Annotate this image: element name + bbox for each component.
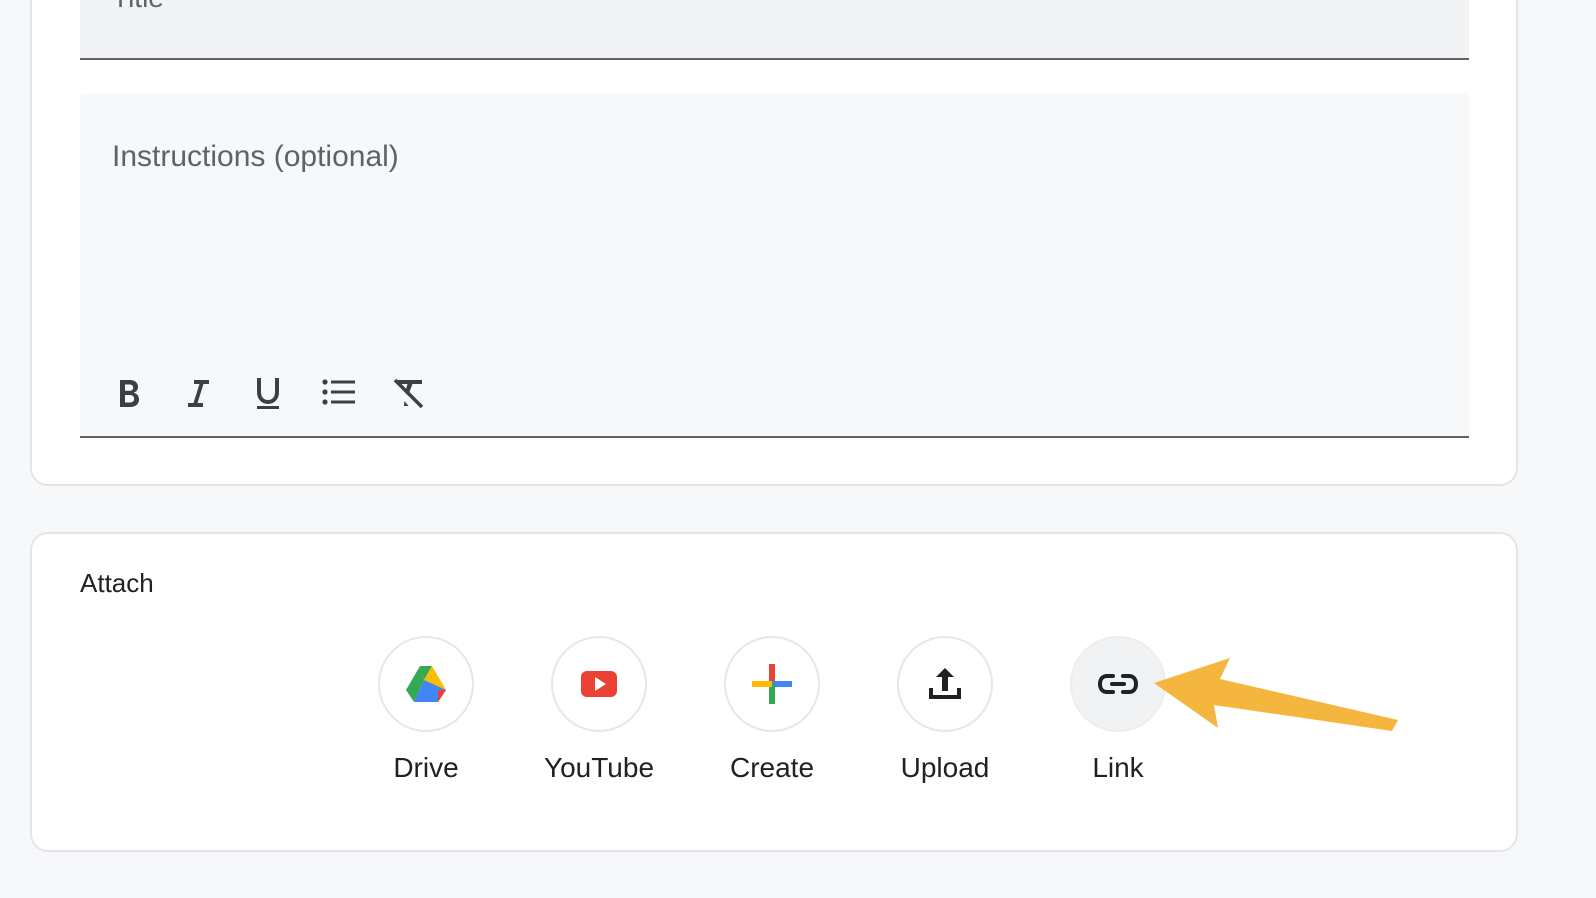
- italic-button[interactable]: [172, 366, 224, 418]
- bulleted-list-button[interactable]: [312, 366, 364, 418]
- underline-button[interactable]: [242, 366, 294, 418]
- clear-formatting-icon: [393, 378, 424, 409]
- create-plus-icon: [752, 664, 792, 704]
- title-placeholder: Title: [112, 0, 164, 12]
- upload-icon: [929, 668, 961, 699]
- attach-drive[interactable]: Drive: [378, 636, 474, 784]
- bold-button[interactable]: [102, 366, 154, 418]
- attach-upload[interactable]: Upload: [897, 636, 993, 784]
- upload-label: Upload: [900, 752, 990, 783]
- create-button[interactable]: [724, 636, 820, 732]
- bulleted-list-icon: [322, 379, 355, 405]
- google-drive-icon: [406, 666, 446, 702]
- attach-options: Drive YouTube Create Upload Link: [378, 636, 1166, 784]
- instructions-placeholder: Instructions (optional): [112, 140, 399, 173]
- link-label: Link: [1092, 752, 1144, 783]
- title-field[interactable]: Title: [80, 0, 1469, 60]
- youtube-icon: [581, 671, 617, 697]
- formatting-toolbar: [102, 366, 434, 418]
- attach-label: Attach: [80, 568, 154, 598]
- create-label: Create: [729, 752, 815, 783]
- attach-create[interactable]: Create: [724, 636, 820, 784]
- italic-icon: [188, 380, 209, 407]
- underline-icon: [257, 378, 279, 409]
- upload-button[interactable]: [897, 636, 993, 732]
- youtube-label: YouTube: [543, 752, 655, 783]
- instructions-field[interactable]: Instructions (optional): [80, 94, 1469, 438]
- drive-label: Drive: [393, 752, 459, 783]
- attach-youtube[interactable]: YouTube: [544, 636, 654, 784]
- link-icon: [1097, 674, 1139, 694]
- bold-icon: [120, 380, 139, 407]
- assignment-details-card: Title Instructions (optional): [30, 0, 1518, 486]
- clear-formatting-button[interactable]: [382, 366, 434, 418]
- annotation-arrow: [1154, 658, 1398, 731]
- youtube-button[interactable]: [551, 636, 647, 732]
- drive-button[interactable]: [378, 636, 474, 732]
